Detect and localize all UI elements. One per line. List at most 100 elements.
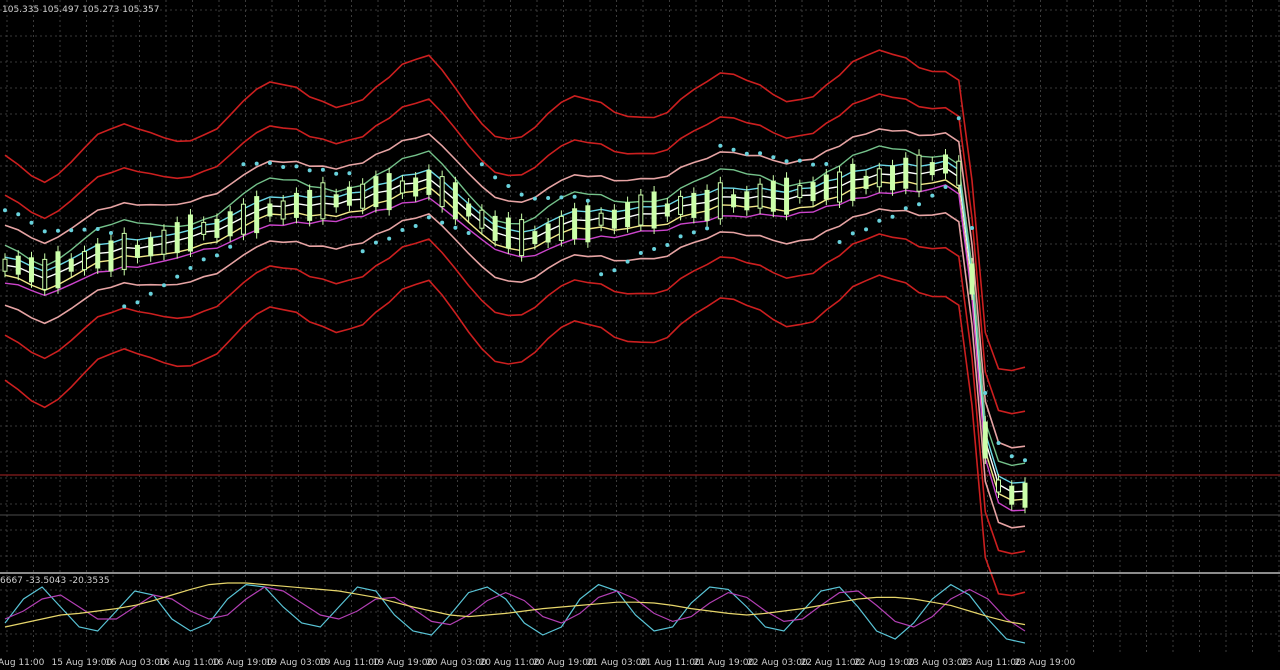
parabolic-sar-dot bbox=[267, 161, 272, 165]
candle-body[interactable] bbox=[201, 221, 207, 235]
price-chart[interactable]: Aug 11:00 15 Aug 19:0016 Aug 03:0016 Aug … bbox=[0, 0, 1280, 670]
parabolic-sar-dot bbox=[466, 231, 471, 235]
candle-body[interactable] bbox=[346, 186, 352, 206]
candle-body[interactable] bbox=[55, 251, 61, 289]
candle-body[interactable] bbox=[161, 229, 167, 255]
candle-body[interactable] bbox=[890, 165, 896, 191]
candle-body[interactable] bbox=[837, 171, 843, 203]
candle-body[interactable] bbox=[254, 196, 260, 234]
candle-body[interactable] bbox=[426, 169, 432, 195]
candle-body[interactable] bbox=[240, 203, 246, 235]
parabolic-sar-dot bbox=[1009, 454, 1014, 459]
candle-body[interactable] bbox=[572, 208, 578, 240]
candle-body[interactable] bbox=[81, 251, 87, 271]
candle-body[interactable] bbox=[982, 421, 988, 459]
candle-body[interactable] bbox=[452, 182, 458, 220]
candle-body[interactable] bbox=[532, 231, 538, 245]
candle-body[interactable] bbox=[519, 219, 525, 257]
parabolic-sar-dot bbox=[214, 253, 219, 258]
parabolic-sar-dot bbox=[532, 196, 537, 201]
candle-body[interactable] bbox=[439, 176, 445, 208]
candle-body[interactable] bbox=[863, 175, 869, 189]
candle-body[interactable] bbox=[903, 157, 909, 189]
parabolic-sar-dot bbox=[983, 391, 988, 395]
x-tick-label: 19 Aug 03:00 bbox=[266, 658, 327, 668]
parabolic-sar-dot bbox=[731, 147, 736, 152]
candle-body[interactable] bbox=[413, 177, 419, 197]
candle-body[interactable] bbox=[704, 189, 710, 221]
candle-body[interactable] bbox=[585, 205, 591, 243]
candle-body[interactable] bbox=[810, 182, 816, 202]
candle-body[interactable] bbox=[121, 232, 127, 270]
candle-body[interactable] bbox=[267, 203, 273, 217]
candle-body[interactable] bbox=[108, 240, 114, 272]
parabolic-sar-dot bbox=[519, 192, 524, 197]
candle-body[interactable] bbox=[757, 183, 763, 209]
candle-body[interactable] bbox=[876, 168, 882, 188]
candle-body[interactable] bbox=[333, 194, 339, 208]
candle-body[interactable] bbox=[969, 263, 975, 295]
candle-body[interactable] bbox=[227, 211, 233, 237]
candle-body[interactable] bbox=[360, 183, 366, 209]
candle-body[interactable] bbox=[466, 203, 472, 217]
x-tick-label: 23 Aug 03:00 bbox=[908, 658, 969, 668]
parabolic-sar-dot bbox=[95, 227, 100, 231]
candle-body[interactable] bbox=[307, 189, 313, 221]
parabolic-sar-dot bbox=[108, 231, 113, 235]
parabolic-sar-dot bbox=[811, 162, 816, 167]
candle-body[interactable] bbox=[784, 177, 790, 215]
parabolic-sar-dot bbox=[718, 143, 723, 148]
candle-body[interactable] bbox=[611, 209, 617, 229]
candle-body[interactable] bbox=[638, 194, 644, 226]
candle-body[interactable] bbox=[479, 209, 485, 229]
candle-body[interactable] bbox=[1022, 482, 1028, 508]
candle-body[interactable] bbox=[320, 182, 326, 220]
candle-body[interactable] bbox=[1009, 485, 1015, 505]
candle-body[interactable] bbox=[2, 258, 8, 272]
parabolic-sar-dot bbox=[625, 259, 630, 264]
x-tick-label: Aug 11:00 bbox=[0, 658, 45, 668]
candle-body[interactable] bbox=[956, 160, 962, 186]
candle-body[interactable] bbox=[996, 479, 1002, 493]
candle-body[interactable] bbox=[625, 202, 631, 228]
parabolic-sar-dot bbox=[493, 175, 498, 180]
candle-body[interactable] bbox=[664, 203, 670, 217]
candle-body[interactable] bbox=[943, 154, 949, 174]
candle-body[interactable] bbox=[399, 180, 405, 194]
candle-body[interactable] bbox=[823, 174, 829, 200]
parabolic-sar-dot bbox=[917, 202, 922, 207]
parabolic-sar-dot bbox=[201, 257, 206, 262]
candle-body[interactable] bbox=[42, 258, 48, 290]
candle-body[interactable] bbox=[731, 194, 737, 208]
candle-body[interactable] bbox=[770, 180, 776, 212]
candle-body[interactable] bbox=[916, 154, 922, 192]
candle-body[interactable] bbox=[744, 191, 750, 211]
candle-body[interactable] bbox=[492, 215, 498, 241]
candle-body[interactable] bbox=[797, 185, 803, 199]
candle-body[interactable] bbox=[148, 237, 154, 257]
candle-body[interactable] bbox=[214, 218, 220, 238]
candle-body[interactable] bbox=[651, 191, 657, 229]
candle-body[interactable] bbox=[134, 244, 140, 258]
candle-body[interactable] bbox=[68, 258, 74, 272]
candle-body[interactable] bbox=[545, 223, 551, 243]
candle-body[interactable] bbox=[691, 192, 697, 218]
candle-body[interactable] bbox=[929, 162, 935, 176]
candle-body[interactable] bbox=[678, 195, 684, 215]
candle-body[interactable] bbox=[293, 192, 299, 218]
parabolic-sar-dot bbox=[599, 272, 604, 277]
candle-body[interactable] bbox=[505, 217, 511, 249]
candle-body[interactable] bbox=[373, 176, 379, 208]
candle-body[interactable] bbox=[386, 173, 392, 211]
candle-body[interactable] bbox=[598, 212, 604, 226]
candle-body[interactable] bbox=[15, 255, 21, 275]
candle-body[interactable] bbox=[187, 214, 193, 252]
candle-body[interactable] bbox=[717, 182, 723, 220]
candle-body[interactable] bbox=[95, 243, 101, 269]
candle-body[interactable] bbox=[28, 257, 34, 283]
candle-body[interactable] bbox=[850, 163, 856, 201]
parabolic-sar-dot bbox=[943, 185, 948, 189]
candle-body[interactable] bbox=[174, 222, 180, 254]
candle-body[interactable] bbox=[280, 200, 286, 220]
candle-body[interactable] bbox=[558, 215, 564, 241]
